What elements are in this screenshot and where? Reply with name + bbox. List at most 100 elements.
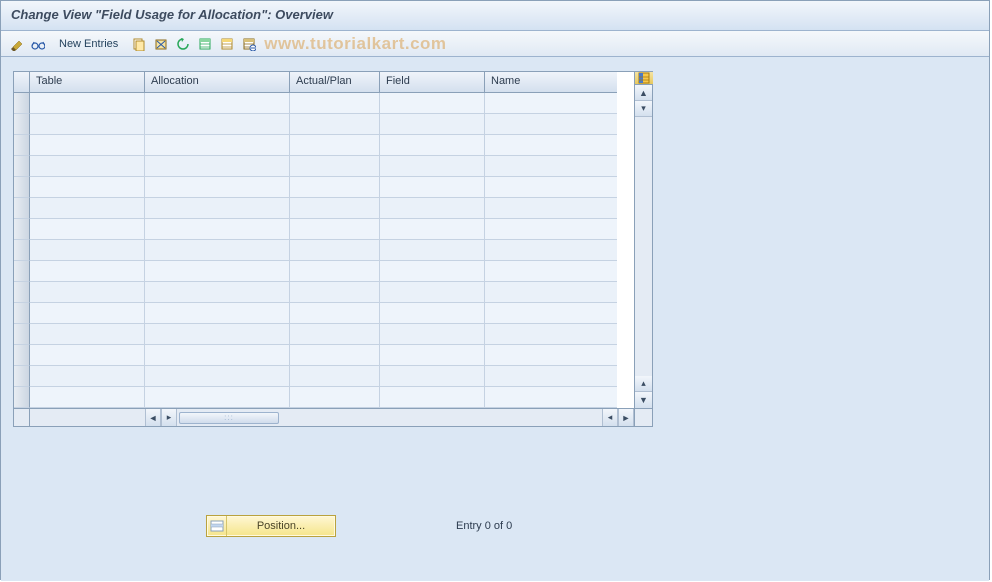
scroll-left-button[interactable]: ◄: [145, 409, 161, 426]
cell-allocation[interactable]: [145, 324, 290, 345]
row-selector[interactable]: [14, 345, 30, 366]
cell-actual-plan[interactable]: [290, 198, 380, 219]
cell-name[interactable]: [485, 177, 617, 198]
cell-allocation[interactable]: [145, 387, 290, 408]
row-selector[interactable]: [14, 303, 30, 324]
cell-field[interactable]: [380, 366, 485, 387]
cell-allocation[interactable]: [145, 366, 290, 387]
cell-name[interactable]: [485, 366, 617, 387]
scroll-down-button[interactable]: ▼: [635, 392, 652, 408]
cell-allocation[interactable]: [145, 156, 290, 177]
cell-table[interactable]: [30, 366, 145, 387]
select-all-corner[interactable]: [14, 72, 30, 93]
cell-field[interactable]: [380, 303, 485, 324]
cell-name[interactable]: [485, 387, 617, 408]
cell-field[interactable]: [380, 93, 485, 114]
column-header-table[interactable]: Table: [30, 72, 145, 93]
cell-table[interactable]: [30, 156, 145, 177]
cell-name[interactable]: [485, 156, 617, 177]
cell-actual-plan[interactable]: [290, 93, 380, 114]
cell-field[interactable]: [380, 219, 485, 240]
column-header-actual-plan[interactable]: Actual/Plan: [290, 72, 380, 93]
cell-allocation[interactable]: [145, 219, 290, 240]
cell-name[interactable]: [485, 219, 617, 240]
select-block-button[interactable]: [218, 35, 236, 53]
row-selector[interactable]: [14, 261, 30, 282]
cell-name[interactable]: [485, 282, 617, 303]
cell-table[interactable]: [30, 282, 145, 303]
cell-allocation[interactable]: [145, 282, 290, 303]
cell-allocation[interactable]: [145, 261, 290, 282]
row-selector[interactable]: [14, 282, 30, 303]
deselect-all-button[interactable]: [240, 35, 258, 53]
copy-as-button[interactable]: [130, 35, 148, 53]
cell-actual-plan[interactable]: [290, 282, 380, 303]
cell-allocation[interactable]: [145, 303, 290, 324]
cell-actual-plan[interactable]: [290, 177, 380, 198]
row-selector[interactable]: [14, 366, 30, 387]
select-all-button[interactable]: [29, 35, 47, 53]
cell-field[interactable]: [380, 156, 485, 177]
cell-field[interactable]: [380, 114, 485, 135]
scroll-right-step-button[interactable]: ◂: [602, 409, 618, 426]
cell-allocation[interactable]: [145, 177, 290, 198]
cell-actual-plan[interactable]: [290, 240, 380, 261]
cell-name[interactable]: [485, 135, 617, 156]
row-selector[interactable]: [14, 156, 30, 177]
horizontal-scroll-thumb[interactable]: :::: [179, 412, 279, 424]
cell-table[interactable]: [30, 114, 145, 135]
scroll-up-step-button[interactable]: ▾: [635, 101, 652, 117]
cell-actual-plan[interactable]: [290, 324, 380, 345]
row-selector[interactable]: [14, 387, 30, 408]
cell-table[interactable]: [30, 135, 145, 156]
row-selector[interactable]: [14, 324, 30, 345]
cell-field[interactable]: [380, 198, 485, 219]
cell-allocation[interactable]: [145, 93, 290, 114]
cell-actual-plan[interactable]: [290, 135, 380, 156]
horizontal-scroll-track[interactable]: :::: [177, 409, 602, 426]
cell-name[interactable]: [485, 303, 617, 324]
undo-change-button[interactable]: [174, 35, 192, 53]
cell-actual-plan[interactable]: [290, 114, 380, 135]
cell-actual-plan[interactable]: [290, 387, 380, 408]
cell-table[interactable]: [30, 387, 145, 408]
scroll-down-step-button[interactable]: ▴: [635, 376, 652, 392]
row-selector[interactable]: [14, 114, 30, 135]
cell-allocation[interactable]: [145, 198, 290, 219]
column-header-name[interactable]: Name: [485, 72, 617, 93]
scroll-up-button[interactable]: ▲: [635, 85, 652, 101]
cell-field[interactable]: [380, 345, 485, 366]
cell-table[interactable]: [30, 324, 145, 345]
delete-button[interactable]: [152, 35, 170, 53]
new-entries-button[interactable]: New Entries: [51, 34, 126, 54]
vertical-scroll-track[interactable]: [635, 117, 652, 376]
row-selector[interactable]: [14, 135, 30, 156]
cell-field[interactable]: [380, 324, 485, 345]
cell-name[interactable]: [485, 114, 617, 135]
cell-name[interactable]: [485, 345, 617, 366]
row-selector[interactable]: [14, 93, 30, 114]
toggle-change-mode-button[interactable]: [7, 35, 25, 53]
cell-name[interactable]: [485, 261, 617, 282]
cell-allocation[interactable]: [145, 345, 290, 366]
cell-allocation[interactable]: [145, 114, 290, 135]
row-selector[interactable]: [14, 198, 30, 219]
row-selector[interactable]: [14, 177, 30, 198]
cell-actual-plan[interactable]: [290, 303, 380, 324]
cell-actual-plan[interactable]: [290, 366, 380, 387]
cell-field[interactable]: [380, 135, 485, 156]
row-selector[interactable]: [14, 219, 30, 240]
column-header-field[interactable]: Field: [380, 72, 485, 93]
cell-table[interactable]: [30, 261, 145, 282]
cell-table[interactable]: [30, 303, 145, 324]
cell-table[interactable]: [30, 219, 145, 240]
cell-name[interactable]: [485, 198, 617, 219]
cell-table[interactable]: [30, 93, 145, 114]
column-header-allocation[interactable]: Allocation: [145, 72, 290, 93]
cell-actual-plan[interactable]: [290, 219, 380, 240]
table-settings-button[interactable]: [635, 72, 653, 85]
cell-table[interactable]: [30, 177, 145, 198]
cell-table[interactable]: [30, 345, 145, 366]
cell-name[interactable]: [485, 93, 617, 114]
cell-name[interactable]: [485, 240, 617, 261]
